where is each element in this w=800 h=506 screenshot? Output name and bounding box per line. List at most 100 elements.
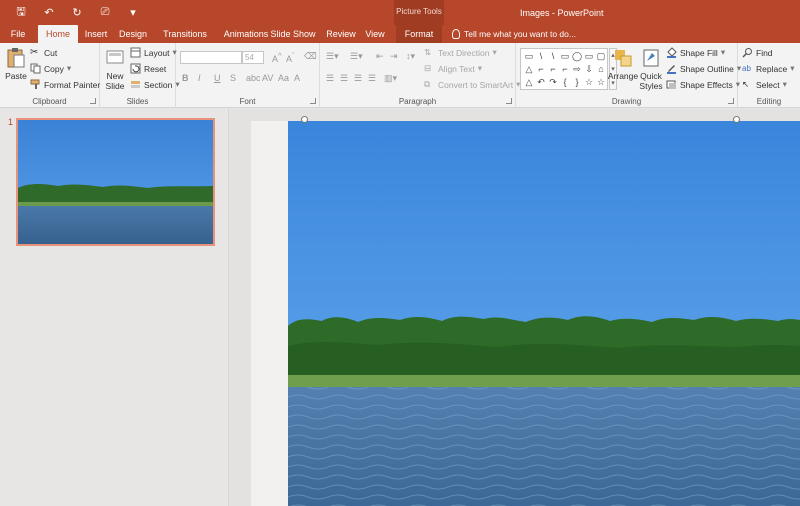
align-center-icon[interactable]: ☰ xyxy=(340,73,348,84)
increase-indent-icon[interactable]: ⇥ xyxy=(390,51,398,62)
presentation-icon[interactable]: ⎚ xyxy=(92,4,118,21)
shape-option-15[interactable]: △ xyxy=(523,76,535,89)
window-title: Images - PowerPoint xyxy=(520,8,604,18)
tell-me-box[interactable]: Tell me what you want to do... xyxy=(452,25,576,43)
columns-icon[interactable]: ▥▾ xyxy=(384,73,397,84)
shrink-font-button[interactable]: Aˇ xyxy=(286,51,295,64)
shape-option-1[interactable]: ▭ xyxy=(523,50,535,63)
shape-option-3[interactable]: \ xyxy=(547,50,559,63)
slide-image[interactable] xyxy=(288,121,800,506)
contextual-group-label: Picture Tools xyxy=(396,7,442,16)
align-right-icon[interactable]: ☰ xyxy=(354,73,362,84)
find-button[interactable]: Find xyxy=(742,47,773,58)
arrange-button[interactable]: Arrange xyxy=(608,47,638,81)
clipboard-launcher-icon[interactable] xyxy=(90,98,96,104)
shape-option-10[interactable]: ⌐ xyxy=(547,63,559,76)
format-painter-button[interactable]: Format Painter xyxy=(30,79,100,90)
shape-outline-button[interactable]: Shape Outline ▾ xyxy=(666,63,741,74)
align-text-icon: ⊟ xyxy=(424,63,432,73)
shape-fill-button[interactable]: Shape Fill ▾ xyxy=(666,47,725,58)
tab-format[interactable]: Format xyxy=(396,25,442,43)
shape-option-6[interactable]: ▭ xyxy=(583,50,595,63)
redo-icon[interactable]: ↻ xyxy=(64,4,90,21)
font-label: Font xyxy=(239,97,256,106)
reset-button[interactable]: Reset xyxy=(130,63,166,74)
section-button[interactable]: Section ▾ xyxy=(130,79,180,90)
shape-option-21[interactable]: ☆ xyxy=(595,76,607,89)
undo-icon[interactable]: ↶ xyxy=(36,4,62,21)
shape-option-7[interactable]: ▢ xyxy=(595,50,607,63)
tab-view[interactable]: View xyxy=(362,25,388,43)
italic-button[interactable]: I xyxy=(198,73,201,83)
shapes-gallery[interactable]: ▭ \ \ ▭ ◯ ▭ ▢ △ ⌐ ⌐ ⌐ ⇨ ⇩ ⌂ △ ↶ ↷{} ☆ ☆ xyxy=(520,48,608,90)
clear-formatting-icon[interactable]: ⌫ xyxy=(304,51,317,62)
shape-option-11[interactable]: ⌐ xyxy=(559,63,571,76)
paste-button[interactable]: Paste xyxy=(4,47,28,81)
change-case-button[interactable]: Aa xyxy=(278,73,289,83)
copy-button[interactable]: Copy ▾ xyxy=(30,63,71,74)
font-launcher-icon[interactable] xyxy=(310,98,316,104)
layout-button[interactable]: Layout ▾ xyxy=(130,47,177,58)
line-spacing-icon[interactable]: ↕▾ xyxy=(406,51,415,62)
selection-handle-top-left[interactable] xyxy=(301,116,308,123)
text-direction-button[interactable]: ⇅ Text Direction ▾ xyxy=(424,47,497,58)
clipboard-label: Clipboard xyxy=(32,97,67,106)
font-color-button[interactable]: A xyxy=(294,73,300,83)
shape-option-2[interactable]: \ xyxy=(535,50,547,63)
tab-file[interactable]: File xyxy=(0,25,36,43)
selection-handle-top-right[interactable] xyxy=(733,116,740,123)
tab-review[interactable]: Review xyxy=(322,25,360,43)
new-slide-icon xyxy=(106,50,124,64)
shape-option-14[interactable]: ⌂ xyxy=(595,63,607,76)
grow-font-button[interactable]: A^ xyxy=(272,51,282,64)
align-left-icon[interactable]: ☰ xyxy=(326,73,334,84)
shape-option-16[interactable]: ↶ xyxy=(535,76,547,89)
replace-button[interactable]: ab Replace ▾ xyxy=(742,63,794,74)
shape-option-8[interactable]: △ xyxy=(523,63,535,76)
shape-option-19[interactable]: } xyxy=(571,76,583,89)
tab-design[interactable]: Design xyxy=(114,25,152,43)
shape-option-4[interactable]: ▭ xyxy=(559,50,571,63)
shape-effects-button[interactable]: Shape Effects ▾ xyxy=(666,79,740,90)
strikethrough-button[interactable]: abc xyxy=(246,73,261,83)
font-group: 54 A^ Aˇ ⌫ B I U Sabc AV Aa A Font xyxy=(176,43,320,108)
bold-button[interactable]: B xyxy=(182,73,189,83)
tab-insert[interactable]: Insert xyxy=(80,25,112,43)
select-button[interactable]: ↖ Select ▾ xyxy=(742,79,787,90)
quick-styles-button[interactable]: Quick Styles xyxy=(638,47,664,91)
paragraph-launcher-icon[interactable] xyxy=(506,98,512,104)
align-text-button[interactable]: ⊟ Align Text ▾ xyxy=(424,63,482,74)
convert-smartart-button[interactable]: ⧉ Convert to SmartArt ▾ xyxy=(424,79,520,90)
slide-thumbnail[interactable] xyxy=(16,118,215,246)
shadow-button[interactable]: S xyxy=(230,73,236,83)
font-name-combo[interactable] xyxy=(180,51,242,64)
shape-option-13[interactable]: ⇩ xyxy=(583,63,595,76)
shape-option-18[interactable]: { xyxy=(559,76,571,89)
editing-label: Editing xyxy=(756,97,782,106)
bullets-icon[interactable]: ☰▾ xyxy=(326,51,339,62)
lightbulb-icon xyxy=(452,29,460,39)
decrease-indent-icon[interactable]: ⇤ xyxy=(376,51,384,62)
shape-option-12[interactable]: ⇨ xyxy=(571,63,583,76)
cut-button[interactable]: ✂ Cut xyxy=(30,47,57,58)
drawing-launcher-icon[interactable] xyxy=(728,98,734,104)
tab-slide-show[interactable]: Slide Show xyxy=(266,25,320,43)
numbering-icon[interactable]: ☰▾ xyxy=(350,51,363,62)
clipboard-group: Paste ✂ Cut Copy ▾ Format Painter Clipbo… xyxy=(0,43,100,108)
shape-option-17[interactable]: ↷ xyxy=(547,76,559,89)
char-spacing-button[interactable]: AV xyxy=(262,73,273,83)
tab-transitions[interactable]: Transitions xyxy=(154,25,216,43)
shape-option-5[interactable]: ◯ xyxy=(571,50,583,63)
tab-home[interactable]: Home xyxy=(38,25,78,43)
new-slide-button[interactable]: New Slide xyxy=(102,47,128,91)
pen-icon xyxy=(667,65,676,74)
shape-option-20[interactable]: ☆ xyxy=(583,76,595,89)
customize-qat-icon[interactable]: ▾ xyxy=(120,4,146,21)
shape-option-9[interactable]: ⌐ xyxy=(535,63,547,76)
slide-thumbnail-image xyxy=(18,120,213,244)
save-icon[interactable]: 🖫 xyxy=(8,4,34,21)
slides-label: Slides xyxy=(126,97,149,106)
justify-icon[interactable]: ☰ xyxy=(368,73,376,84)
font-size-combo[interactable]: 54 xyxy=(242,51,264,64)
underline-button[interactable]: U xyxy=(214,73,221,83)
